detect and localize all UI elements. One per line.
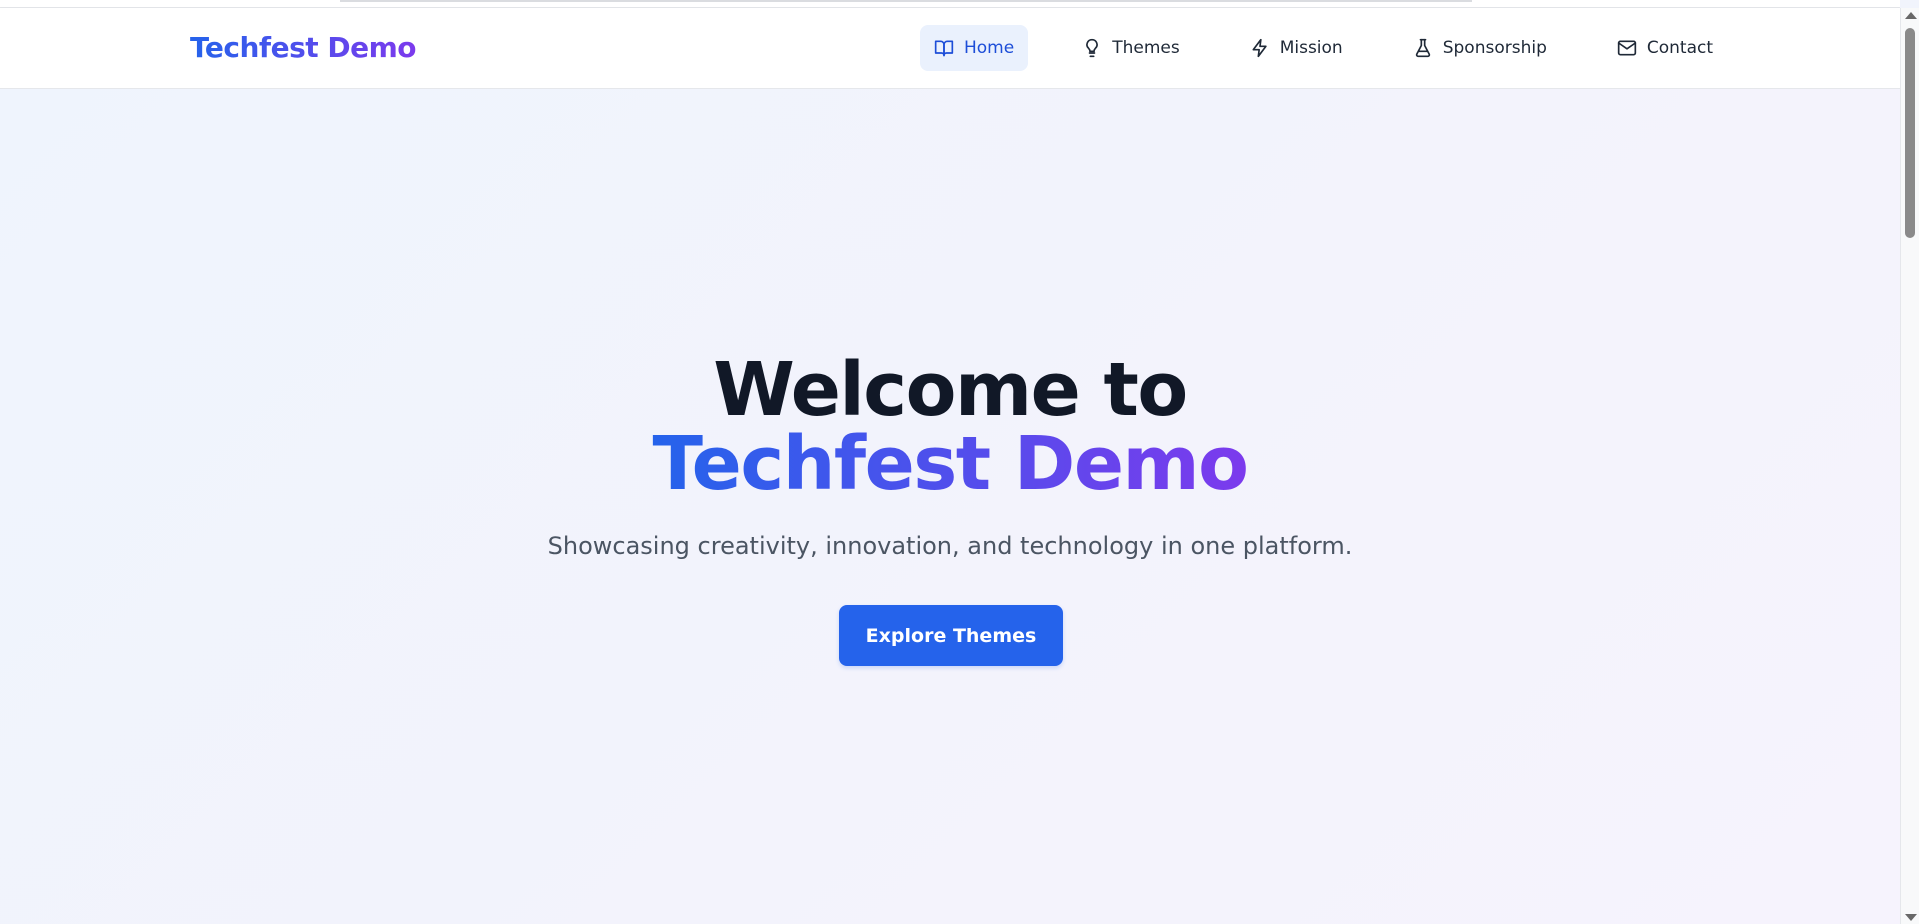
book-open-icon xyxy=(934,38,954,58)
lightbulb-icon xyxy=(1082,38,1102,58)
scrollbar-thumb[interactable] xyxy=(1905,28,1915,238)
page: Techfest Demo Home Themes Mission Sponso… xyxy=(0,0,1919,924)
nav-item-home[interactable]: Home xyxy=(920,25,1029,71)
vertical-scrollbar[interactable] xyxy=(1900,8,1919,924)
nav-label-contact: Contact xyxy=(1646,38,1714,58)
explore-themes-button[interactable]: Explore Themes xyxy=(839,605,1063,666)
nav-label-sponsorship: Sponsorship xyxy=(1442,38,1547,58)
navbar: Techfest Demo Home Themes Mission Sponso… xyxy=(0,8,1900,89)
lightning-bolt-icon xyxy=(1250,38,1270,58)
scroll-up-arrow-icon[interactable] xyxy=(1905,12,1917,19)
browser-top-strip xyxy=(0,0,1900,8)
hero-subtitle: Showcasing creativity, innovation, and t… xyxy=(547,532,1353,560)
nav-item-themes[interactable]: Themes xyxy=(1068,25,1194,71)
brand-logo[interactable]: Techfest Demo xyxy=(190,31,417,64)
nav-item-contact[interactable]: Contact xyxy=(1603,25,1727,71)
nav-label-themes: Themes xyxy=(1112,38,1180,58)
scroll-down-arrow-icon[interactable] xyxy=(1905,914,1917,921)
main-nav: Home Themes Mission Sponsorship Contact xyxy=(920,25,1727,71)
nav-item-mission[interactable]: Mission xyxy=(1236,25,1357,71)
nav-label-mission: Mission xyxy=(1279,38,1343,58)
hero-section: Welcome to Techfest Demo Showcasing crea… xyxy=(0,89,1900,924)
nav-item-sponsorship[interactable]: Sponsorship xyxy=(1399,25,1561,71)
hero-title-brand: Techfest Demo xyxy=(652,421,1249,507)
nav-label-home: Home xyxy=(964,38,1015,58)
browser-top-strip-line xyxy=(340,0,1472,2)
mail-icon xyxy=(1617,38,1637,58)
flask-icon xyxy=(1413,38,1433,58)
hero-title-line-2: Techfest Demo xyxy=(0,421,1900,507)
